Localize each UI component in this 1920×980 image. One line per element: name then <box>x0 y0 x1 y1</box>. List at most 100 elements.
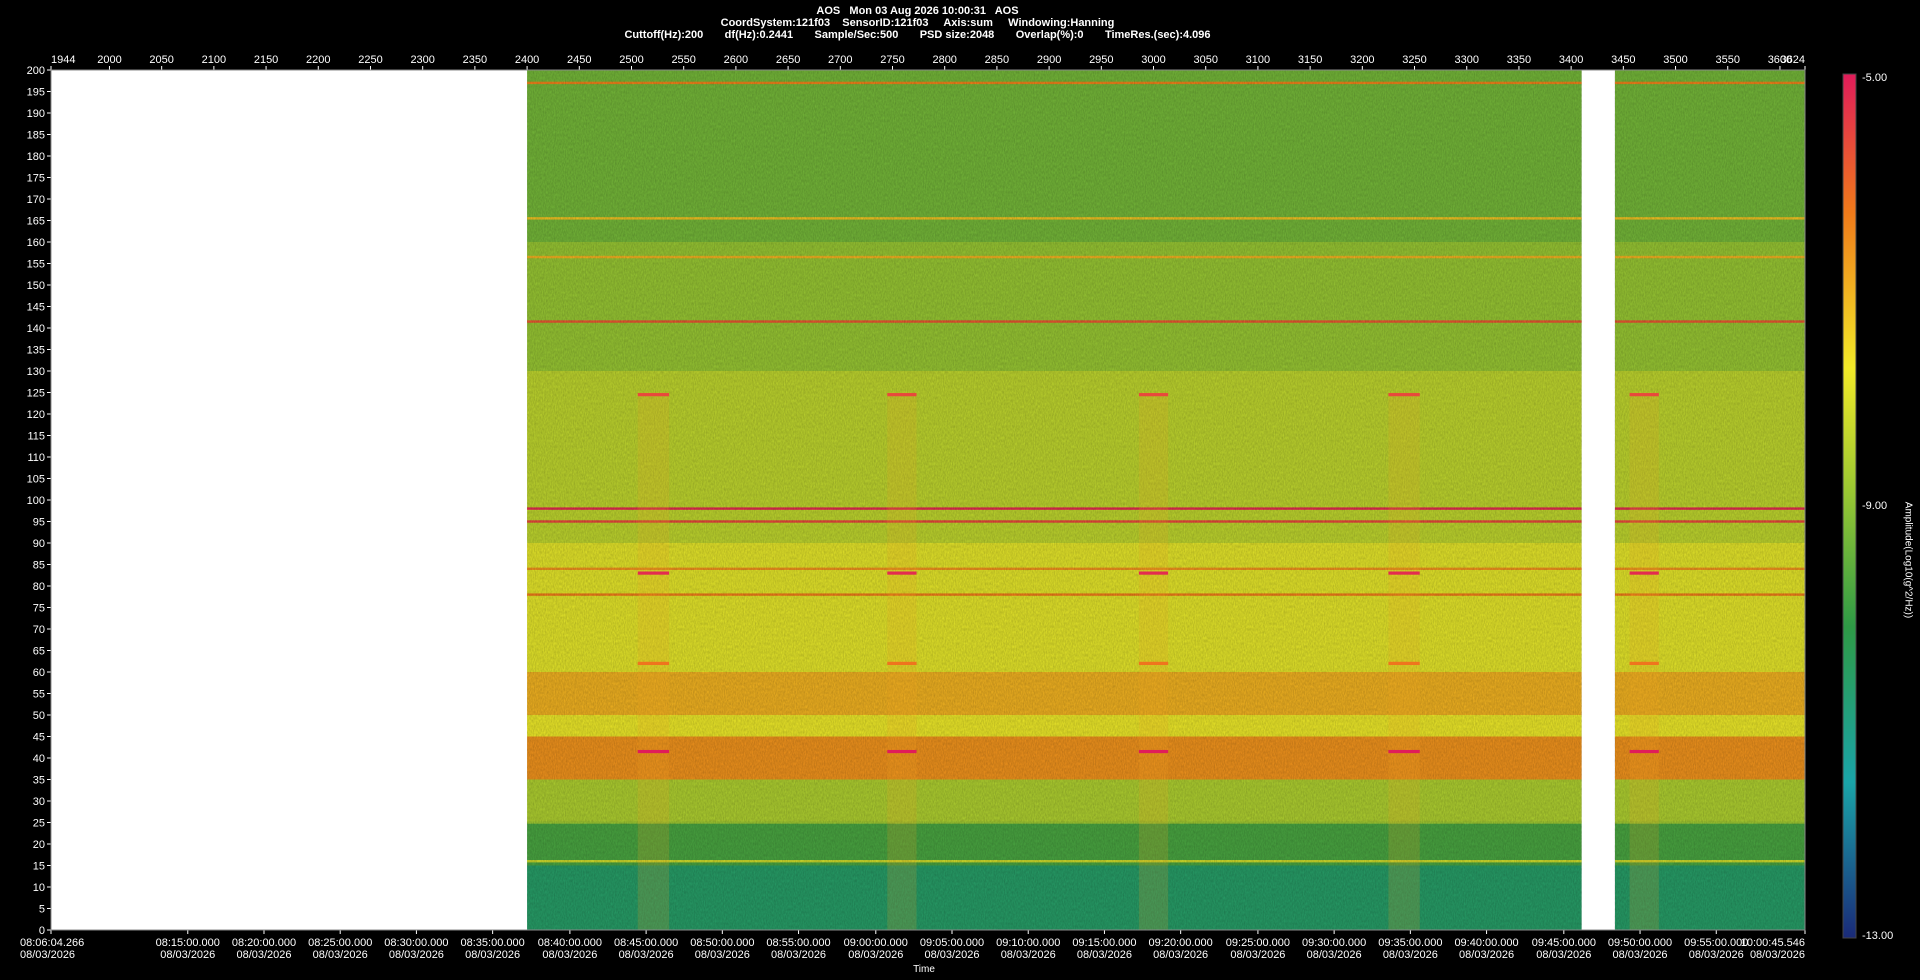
y-tick-label: 85 <box>33 560 45 572</box>
time-tick-label: 09:30:00.000 <box>1302 937 1366 949</box>
y-tick-label: 140 <box>27 323 45 335</box>
burst-tone <box>637 661 670 665</box>
y-tick-label: 200 <box>27 65 45 77</box>
time-tick-label: 09:15:00.000 <box>1072 937 1136 949</box>
date-tick-label: 08/03/2026 <box>1689 949 1744 961</box>
y-tick-label: 55 <box>33 689 45 701</box>
time-tick-label: 10:00:45.546 <box>1741 937 1805 949</box>
date-tick-label: 08/03/2026 <box>695 949 750 961</box>
burst-region <box>1138 392 1169 930</box>
burst-tone <box>1138 571 1169 575</box>
burst-region <box>1388 392 1420 930</box>
date-tick-label: 08/03/2026 <box>236 949 291 961</box>
top-tick-label: 2900 <box>1037 54 1061 66</box>
y-tick-label: 60 <box>33 667 45 679</box>
burst-tone <box>1629 749 1659 754</box>
header-line-3: Cuttoff(Hz):200 df(Hz):0.2441 Sample/Sec… <box>624 29 1211 41</box>
burst-tone <box>887 749 917 754</box>
top-tick-label: 3450 <box>1611 54 1635 66</box>
burst-tone <box>1629 661 1659 665</box>
time-tick-label: 08:40:00.000 <box>538 937 602 949</box>
burst-tone <box>637 571 670 575</box>
colorbar <box>1842 73 1857 939</box>
burst-tone <box>1388 661 1420 665</box>
y-tick-label: 160 <box>27 237 45 249</box>
top-tick-label: 3350 <box>1507 54 1531 66</box>
y-tick-label: 165 <box>27 216 45 228</box>
time-tick-label: 08:25:00.000 <box>308 937 372 949</box>
time-tick-label: 09:50:00.000 <box>1608 937 1672 949</box>
y-tick-label: 30 <box>33 796 45 808</box>
time-tick-label: 09:55:00.000 <box>1684 937 1748 949</box>
date-tick-label: 08/03/2026 <box>160 949 215 961</box>
top-tick-label: 2200 <box>306 54 330 66</box>
y-tick-label: 170 <box>27 194 45 206</box>
time-tick-label: 08:45:00.000 <box>614 937 678 949</box>
heatmap-noise <box>527 70 1582 930</box>
top-tick-label: 2000 <box>97 54 121 66</box>
burst-region <box>1629 392 1659 930</box>
y-tick-label: 195 <box>27 87 45 99</box>
top-tick-label: 2500 <box>619 54 643 66</box>
y-tick-label: 90 <box>33 538 45 550</box>
y-tick-label: 130 <box>27 366 45 378</box>
burst-tone <box>887 393 917 397</box>
time-tick-label: 09:45:00.000 <box>1532 937 1596 949</box>
y-tick-label: 15 <box>33 861 45 873</box>
top-tick-label: 2450 <box>567 54 591 66</box>
time-tick-label: 09:20:00.000 <box>1149 937 1213 949</box>
colorbar-min-label: -13.00 <box>1862 930 1894 942</box>
date-tick-label: 08/03/2026 <box>1383 949 1438 961</box>
y-tick-label: 125 <box>27 388 45 400</box>
date-tick-label: 08/03/2026 <box>1230 949 1285 961</box>
y-tick-label: 155 <box>27 259 45 271</box>
burst-tone <box>637 393 670 397</box>
top-tick-label: 3300 <box>1454 54 1478 66</box>
date-tick-label: 08/03/2026 <box>1613 949 1668 961</box>
burst-tone <box>1138 661 1169 665</box>
header-line-2: CoordSystem:121f03 SensorID:121f03 Axis:… <box>720 17 1115 29</box>
y-tick-label: 110 <box>27 452 45 464</box>
date-tick-label: 08/03/2026 <box>1307 949 1362 961</box>
burst-tone <box>1138 393 1169 397</box>
date-tick-label: 08/03/2026 <box>1153 949 1208 961</box>
y-tick-label: 150 <box>27 280 45 292</box>
time-tick-label: 08:20:00.000 <box>232 937 296 949</box>
time-tick-label: 08:55:00.000 <box>766 937 830 949</box>
date-tick-label: 08/03/2026 <box>1077 949 1132 961</box>
y-tick-label: 50 <box>33 710 45 722</box>
time-tick-label: 09:25:00.000 <box>1226 937 1290 949</box>
burst-tone <box>1629 571 1659 575</box>
y-tick-label: 180 <box>27 151 45 163</box>
top-tick-label: 2050 <box>149 54 173 66</box>
top-tick-label: 2800 <box>932 54 956 66</box>
date-tick-label: 08/03/2026 <box>924 949 979 961</box>
top-tick-label: 2600 <box>724 54 748 66</box>
time-tick-label: 09:00:00.000 <box>844 937 908 949</box>
time-tick-label: 09:10:00.000 <box>996 937 1060 949</box>
y-tick-label: 35 <box>33 775 45 787</box>
time-tick-label: 08:30:00.000 <box>384 937 448 949</box>
burst-tone <box>637 749 670 754</box>
x-axis-title: Time <box>913 964 935 975</box>
burst-tone <box>887 571 917 575</box>
date-tick-label: 08/03/2026 <box>313 949 368 961</box>
date-tick-label: 08/03/2026 <box>1001 949 1056 961</box>
y-tick-label: 190 <box>27 108 45 120</box>
y-tick-label: 145 <box>27 302 45 314</box>
top-tick-label: 3200 <box>1350 54 1374 66</box>
y-tick-label: 25 <box>33 818 45 830</box>
top-tick-label: 3050 <box>1193 54 1217 66</box>
top-tick-label: 3400 <box>1559 54 1583 66</box>
spectrogram-chart: 0 5 10 15 20 25 30 35 40 45 50 55 60 65 70 75 80 85 90 95 10… <box>20 54 1857 961</box>
y-tick-label: 100 <box>27 495 45 507</box>
top-tick-label: 2300 <box>410 54 434 66</box>
y-tick-label: 175 <box>27 173 45 185</box>
burst-tone <box>1388 749 1420 754</box>
y-tick-label: 95 <box>33 517 45 529</box>
time-tick-label: 08:35:00.000 <box>461 937 525 949</box>
burst-tone <box>1138 749 1169 754</box>
date-tick-label: 08/03/2026 <box>389 949 444 961</box>
time-tick-label: 08:15:00.000 <box>156 937 220 949</box>
top-tick-label: 3500 <box>1663 54 1687 66</box>
